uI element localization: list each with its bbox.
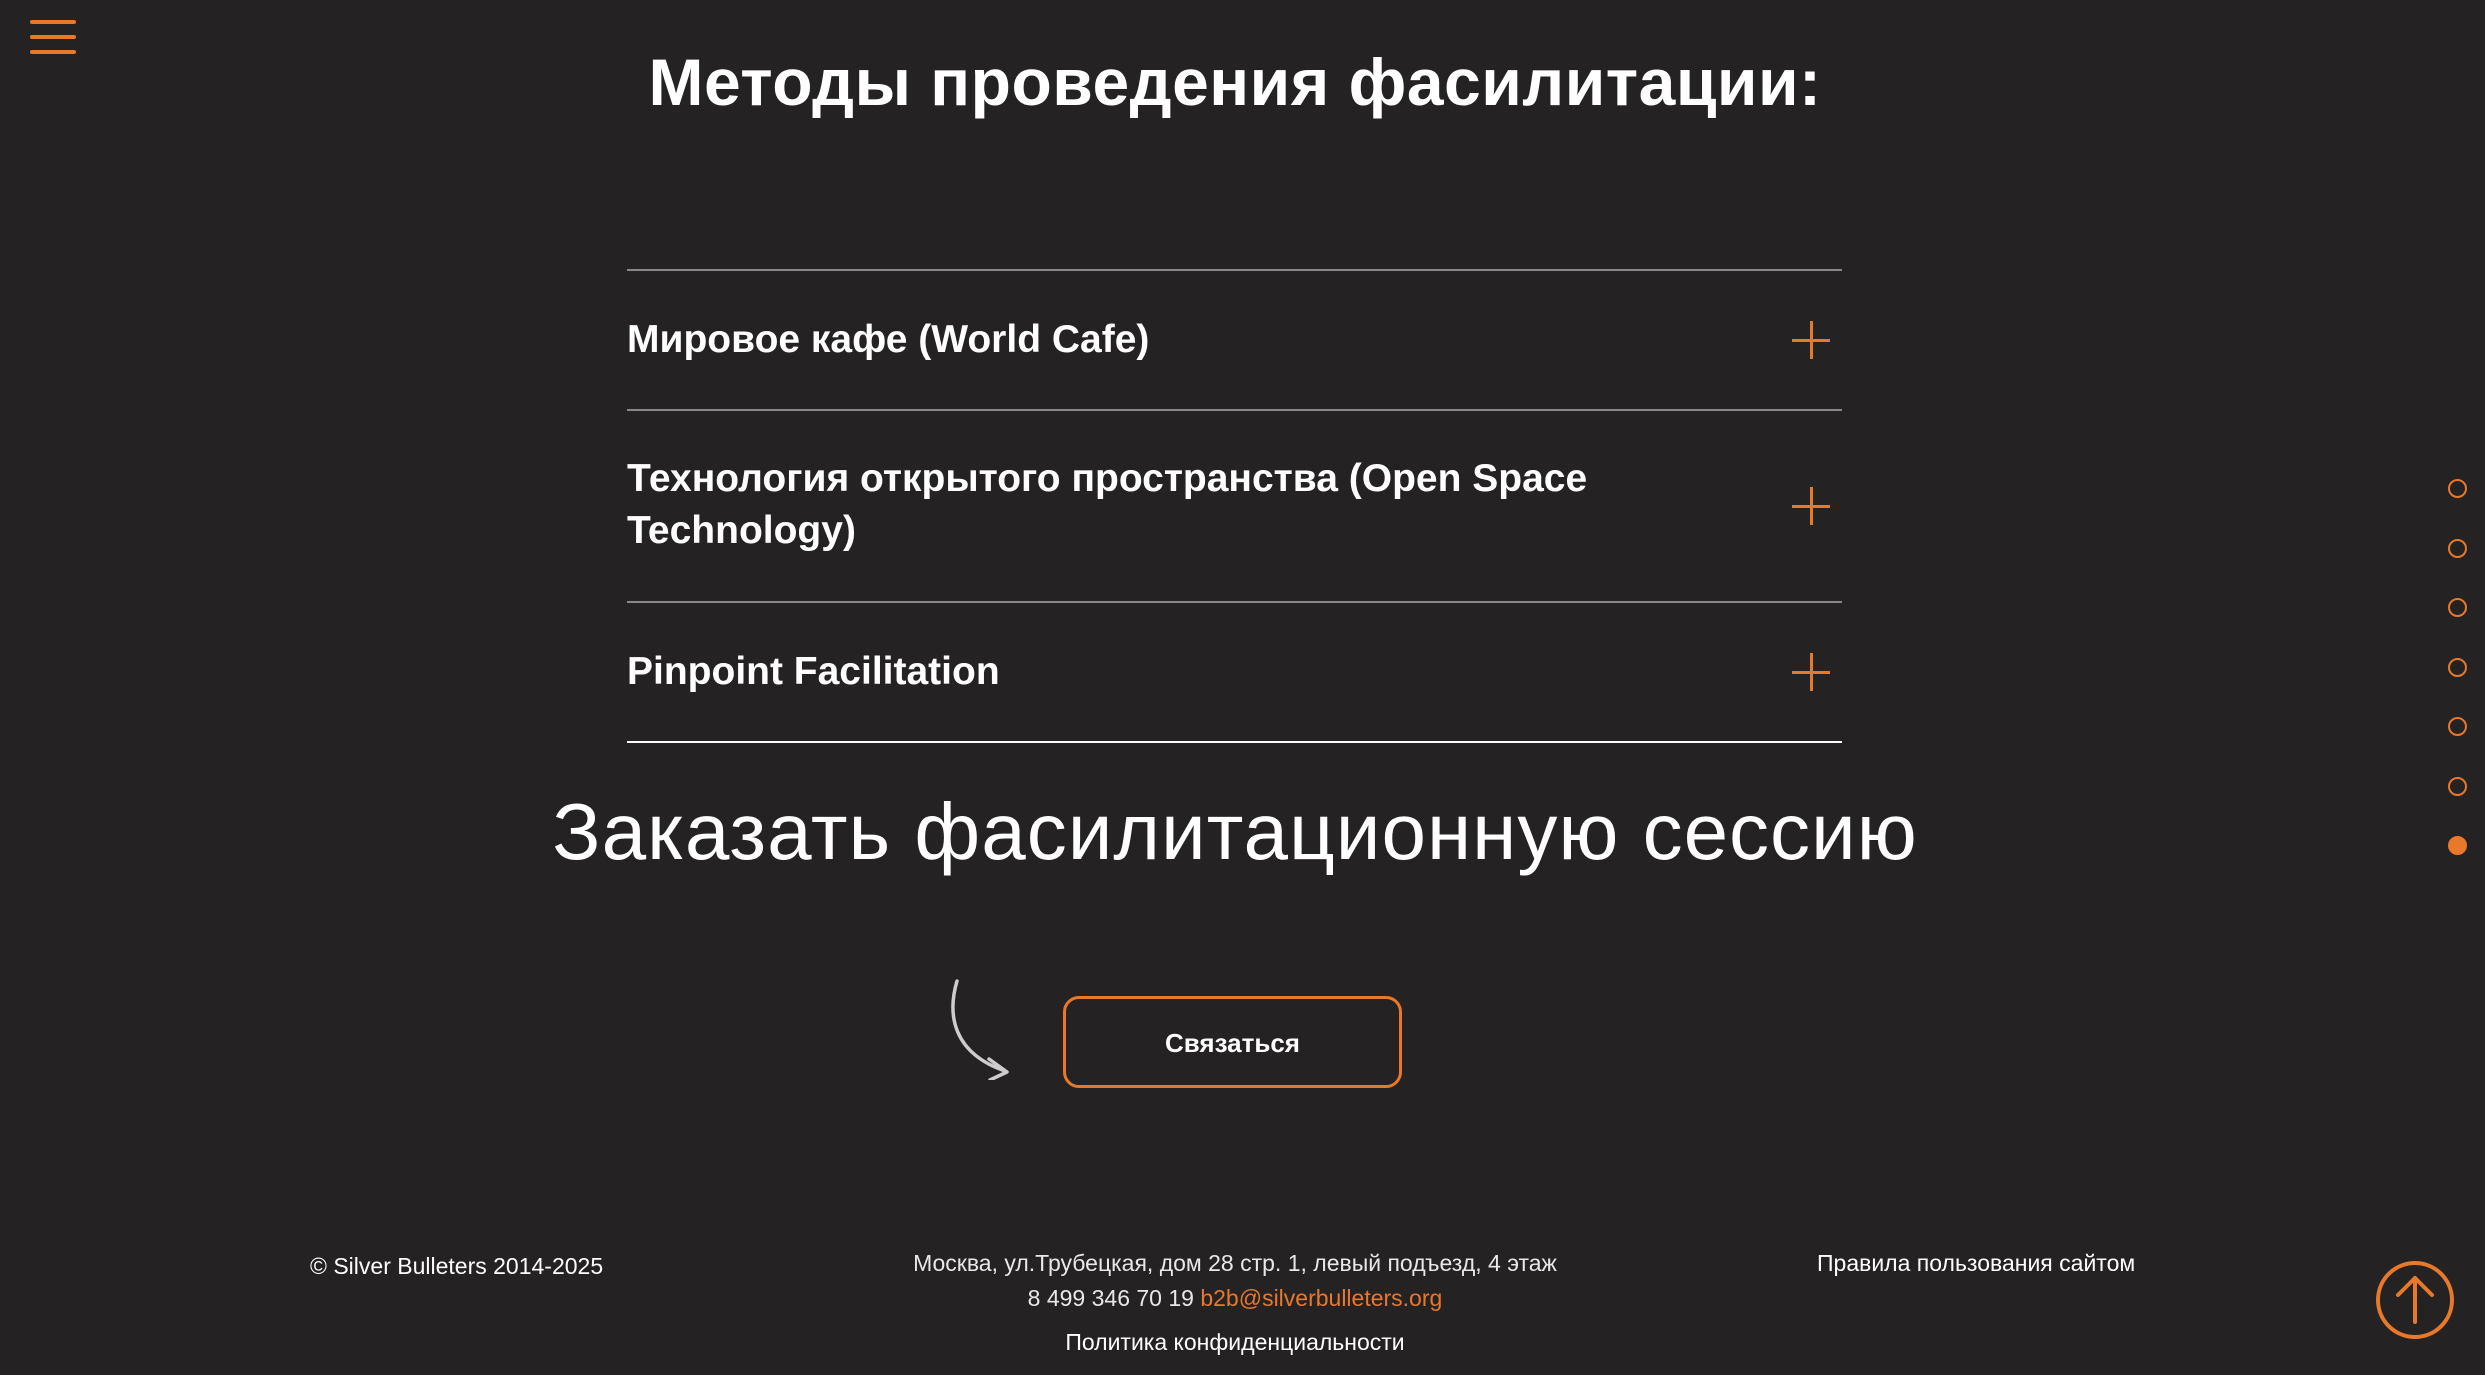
pagination-dot-active[interactable] [2448, 836, 2467, 855]
footer-phone-email: 8 499 346 70 19 b2b@silverbulleters.org [0, 1281, 2470, 1316]
pagination-dot[interactable] [2448, 538, 2467, 558]
plus-icon[interactable] [1792, 321, 1830, 359]
plus-icon[interactable] [1792, 653, 1830, 691]
plus-icon[interactable] [1792, 487, 1830, 525]
menu-line [30, 35, 76, 39]
pagination-dot[interactable] [2448, 598, 2467, 617]
accordion-item-world-cafe[interactable]: Мировое кафе (World Cafe) [627, 271, 1842, 411]
footer-phone: 8 499 346 70 19 [1027, 1285, 1194, 1311]
page: Методы проведения фасилитации: Мировое к… [0, 0, 2485, 1375]
curved-arrow-icon [951, 979, 1009, 1080]
pagination-dot[interactable] [2448, 717, 2467, 736]
privacy-policy-link[interactable]: Политика конфиденциальности [0, 1329, 2470, 1356]
pagination-dot[interactable] [2448, 479, 2467, 498]
menu-line [30, 20, 76, 24]
section-pagination [2448, 479, 2470, 896]
methods-title: Методы проведения фасилитации: [648, 45, 1822, 119]
arrow-up-circle-icon[interactable] [2375, 1260, 2455, 1340]
accordion-item-label: Технология открытого пространства (Open … [627, 457, 1588, 552]
accordion-item-open-space[interactable]: Технология открытого пространства (Open … [627, 411, 1842, 603]
accordion-item-pinpoint[interactable]: Pinpoint Facilitation [627, 603, 1842, 743]
methods-accordion: Мировое кафе (World Cafe) Технология отк… [627, 269, 1842, 743]
site-rules-link[interactable]: Правила пользования сайтом [1817, 1250, 2135, 1277]
accordion-item-label: Мировое кафе (World Cafe) [627, 318, 1150, 361]
pagination-dot[interactable] [2448, 657, 2467, 677]
pagination-dot[interactable] [2448, 776, 2467, 796]
contact-button[interactable]: Связаться [1063, 996, 1402, 1088]
footer-email-link[interactable]: b2b@silverbulleters.org [1200, 1285, 1442, 1311]
accordion-item-label: Pinpoint Facilitation [627, 650, 1000, 693]
order-title: Заказать фасилитационную сессию [552, 787, 1918, 876]
